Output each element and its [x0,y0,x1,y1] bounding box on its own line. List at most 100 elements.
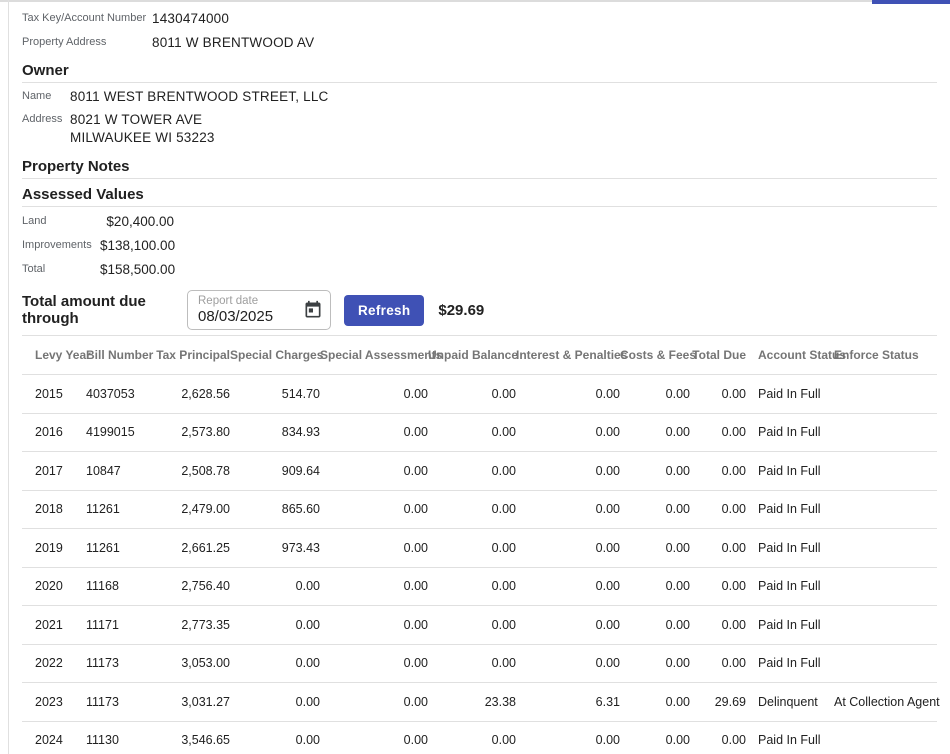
assessed-land-row: Land $20,400.00 [22,213,937,229]
table-header-row: Levy YearBill NumberTax PrincipalSpecial… [22,336,937,375]
table-cell: 2017 [22,452,86,491]
levy-table: Levy YearBill NumberTax PrincipalSpecial… [22,335,937,754]
tax-key-value: 1430474000 [152,11,229,26]
table-cell: 0.00 [428,644,516,683]
table-cell: 0.00 [620,606,690,645]
table-cell: 0.00 [516,490,620,529]
table-cell: 2,661.25 [154,529,230,568]
table-cell: 0.00 [690,721,746,754]
table-cell [834,721,937,754]
report-date-input[interactable] [198,308,293,326]
property-notes-heading: Property Notes [22,159,937,179]
table-cell: 0.00 [428,375,516,414]
table-cell: 0.00 [620,644,690,683]
table-header-cell: Special Assessments [320,336,428,375]
table-cell: 0.00 [230,683,320,722]
table-cell: Paid In Full [746,452,834,491]
table-cell: 2024 [22,721,86,754]
table-cell: 0.00 [690,452,746,491]
tax-key-label: Tax Key/Account Number [22,12,152,24]
owner-heading: Owner [22,63,937,83]
table-cell: 0.00 [428,606,516,645]
table-cell: 0.00 [620,721,690,754]
table-header-cell: Unpaid Balance [428,336,516,375]
table-cell: Delinquent [746,683,834,722]
table-cell: Paid In Full [746,721,834,754]
table-cell: 0.00 [516,452,620,491]
table-cell: 0.00 [620,567,690,606]
table-cell: 0.00 [690,529,746,568]
table-cell: 0.00 [690,567,746,606]
table-cell [834,567,937,606]
table-row: 2022111733,053.000.000.000.000.000.000.0… [22,644,937,683]
table-cell: 2,479.00 [154,490,230,529]
table-cell: Paid In Full [746,529,834,568]
table-cell: 0.00 [516,413,620,452]
table-cell [834,529,937,568]
land-label: Land [22,215,100,227]
improvements-label: Improvements [22,239,100,251]
table-cell: Paid In Full [746,413,834,452]
table-cell: 3,031.27 [154,683,230,722]
owner-name-row: Name 8011 WEST BRENTWOOD STREET, LLC [22,88,937,104]
table-cell: 23.38 [428,683,516,722]
table-header-cell: Total Due [690,336,746,375]
table-cell: 0.00 [320,413,428,452]
table-cell: 0.00 [690,606,746,645]
table-cell [834,644,937,683]
table-cell: 0.00 [516,721,620,754]
table-row: 201641990152,573.80834.930.000.000.000.0… [22,413,937,452]
table-row: 2017108472,508.78909.640.000.000.000.000… [22,452,937,491]
total-due-amount: $29.69 [438,302,484,319]
table-cell: 6.31 [516,683,620,722]
table-cell: Paid In Full [746,490,834,529]
table-cell: 514.70 [230,375,320,414]
table-cell: 2,508.78 [154,452,230,491]
owner-address-line2: MILWAUKEE WI 53223 [70,129,215,147]
table-cell: 2023 [22,683,86,722]
table-cell: 0.00 [428,452,516,491]
table-cell: 0.00 [690,375,746,414]
table-cell: 0.00 [230,606,320,645]
total-label: Total [22,263,100,275]
table-cell: 0.00 [428,529,516,568]
assessed-values-heading: Assessed Values [22,187,937,207]
table-cell: 0.00 [230,644,320,683]
table-cell: 2018 [22,490,86,529]
table-cell: 2,573.80 [154,413,230,452]
table-cell: 0.00 [320,606,428,645]
table-row: 2018112612,479.00865.600.000.000.000.000… [22,490,937,529]
table-cell: 0.00 [320,490,428,529]
table-cell: 0.00 [320,644,428,683]
table-cell: 0.00 [516,529,620,568]
owner-address-value: 8021 W TOWER AVE MILWAUKEE WI 53223 [70,111,215,147]
table-row: 2024111303,546.650.000.000.000.000.000.0… [22,721,937,754]
table-row: 2021111712,773.350.000.000.000.000.000.0… [22,606,937,645]
table-cell: 4037053 [86,375,154,414]
table-cell: 0.00 [516,375,620,414]
table-header-cell: Special Charges [230,336,320,375]
table-cell [834,606,937,645]
table-row: 2020111682,756.400.000.000.000.000.000.0… [22,567,937,606]
property-address-row: Property Address 8011 W BRENTWOOD AV [22,30,937,54]
owner-address-label: Address [22,111,70,147]
table-cell: 973.43 [230,529,320,568]
table-cell: 0.00 [620,683,690,722]
property-tax-page: Tax Key/Account Number 1430474000 Proper… [0,0,950,754]
calendar-icon[interactable] [303,300,323,320]
table-cell [834,375,937,414]
table-cell: 0.00 [428,721,516,754]
refresh-button[interactable]: Refresh [344,295,424,326]
table-cell: 2015 [22,375,86,414]
table-cell: 2022 [22,644,86,683]
table-header-cell: Costs & Fees [620,336,690,375]
table-cell: 0.00 [620,529,690,568]
table-cell: 0.00 [428,413,516,452]
report-date-field[interactable]: Report date [187,290,331,330]
table-cell: 2021 [22,606,86,645]
property-address-label: Property Address [22,36,152,48]
table-cell: 11171 [86,606,154,645]
table-cell: 0.00 [620,375,690,414]
table-cell [834,452,937,491]
table-header-cell: Interest & Penalties [516,336,620,375]
